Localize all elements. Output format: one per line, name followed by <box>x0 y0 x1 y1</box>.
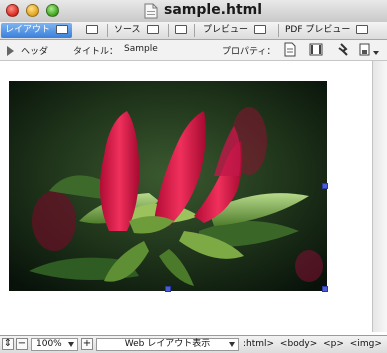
azalea-photo[interactable] <box>9 81 327 291</box>
window-title: sample.html <box>164 2 263 18</box>
zoom-out-button[interactable]: − <box>16 338 28 350</box>
tab-source-alt[interactable] <box>175 23 187 38</box>
chevron-down-icon <box>229 342 235 347</box>
close-button[interactable] <box>6 4 19 17</box>
property-bar: ヘッダ タイトル： Sample プロパティ： <box>0 40 387 61</box>
tab-preview[interactable]: プレビュー <box>203 23 267 38</box>
tab-layout[interactable]: レイアウト <box>1 23 73 38</box>
vertical-scrollbar[interactable] <box>372 61 387 332</box>
preview-icon <box>254 25 267 34</box>
layout-icon <box>56 25 69 34</box>
view-mode-select[interactable]: Web レイアウト表示 <box>96 338 239 351</box>
disclosure-triangle-icon[interactable] <box>7 46 14 56</box>
tab-pdf-preview-label: PDF プレビュー <box>285 25 351 35</box>
title-bar: sample.html <box>0 0 387 23</box>
split-arrows-icon[interactable]: ⇕ <box>2 338 14 350</box>
zoom-button[interactable] <box>46 4 59 17</box>
align-menu-icon[interactable] <box>358 42 380 57</box>
title-value[interactable]: Sample <box>124 44 158 54</box>
html-document-icon <box>144 3 158 19</box>
resize-handle-right[interactable] <box>322 183 328 189</box>
text-icon <box>146 25 159 34</box>
tab-layout-alt[interactable] <box>86 23 98 38</box>
zoom-in-button[interactable]: + <box>81 338 93 350</box>
property-label: プロパティ： <box>222 47 276 57</box>
tab-layout-label: レイアウト <box>5 25 51 35</box>
header-label: ヘッダ <box>21 47 49 57</box>
minimize-button[interactable] <box>26 4 39 17</box>
link-chain-icon[interactable] <box>335 42 351 57</box>
tab-source-label: ソース <box>114 25 141 35</box>
tag-path-breadcrumb[interactable]: :html> <body> <p> <img> <box>243 339 382 349</box>
split-view-icon <box>86 25 98 34</box>
tab-source[interactable]: ソース <box>114 23 159 38</box>
tab-preview-label: プレビュー <box>203 25 249 35</box>
zoom-value: 100% <box>36 339 62 349</box>
mode-tab-bar: レイアウト ソース プレビュー PDF プレビュー <box>0 22 387 40</box>
source-list-icon <box>175 25 187 34</box>
tab-pdf-preview[interactable]: PDF プレビュー <box>285 23 369 38</box>
title-label: タイトル： <box>73 47 119 57</box>
filmstrip-icon[interactable] <box>308 42 324 57</box>
zoom-select[interactable]: 100% <box>31 338 78 351</box>
page-properties-icon[interactable] <box>282 42 298 57</box>
chevron-down-icon <box>68 342 74 347</box>
pdf-icon <box>356 25 369 34</box>
status-bar: ⇕ − 100% + Web レイアウト表示 :html> <body> <p>… <box>0 335 387 353</box>
resize-handle-bottom-right[interactable] <box>322 286 328 292</box>
view-mode-value: Web レイアウト表示 <box>124 339 211 349</box>
resize-handle-bottom[interactable] <box>165 286 171 292</box>
